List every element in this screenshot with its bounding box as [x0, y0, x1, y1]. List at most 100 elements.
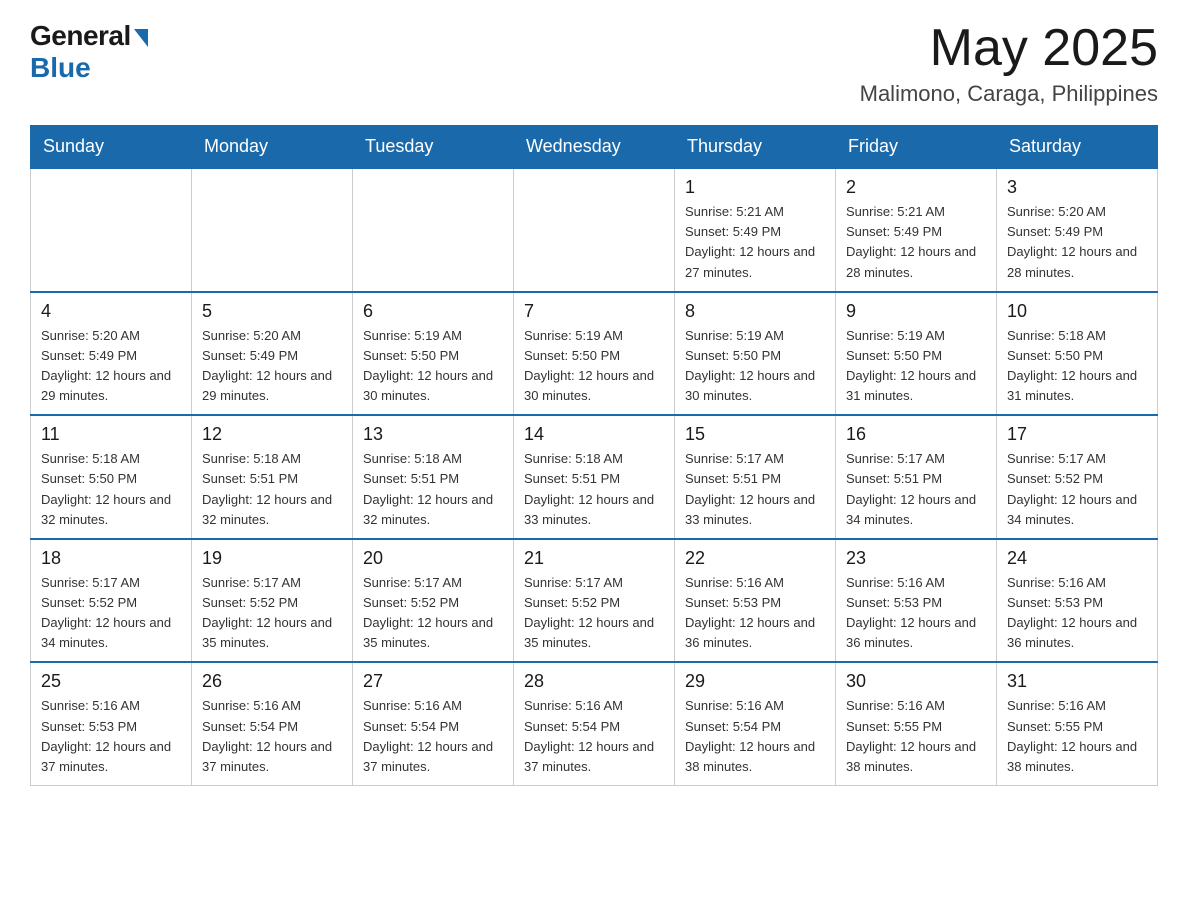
week-row-1: 1 Sunrise: 5:21 AMSunset: 5:49 PMDaylight… [31, 168, 1158, 292]
weekday-header-tuesday: Tuesday [353, 126, 514, 169]
calendar-cell: 28Sunrise: 5:16 AMSunset: 5:54 PMDayligh… [514, 662, 675, 785]
week-row-2: 4 Sunrise: 5:20 AMSunset: 5:49 PMDaylight… [31, 292, 1158, 416]
day-info: Sunrise: 5:18 AMSunset: 5:50 PMDaylight:… [1007, 326, 1147, 407]
week-row-3: 11 Sunrise: 5:18 AMSunset: 5:50 PMDayligh… [31, 415, 1158, 539]
day-info: Sunrise: 5:18 AMSunset: 5:51 PMDaylight:… [202, 449, 342, 530]
calendar-cell: 25Sunrise: 5:16 AMSunset: 5:53 PMDayligh… [31, 662, 192, 785]
calendar-cell: 1 Sunrise: 5:21 AMSunset: 5:49 PMDaylight… [675, 168, 836, 292]
day-number: 31 [1007, 671, 1147, 692]
day-info: Sunrise: 5:17 AMSunset: 5:51 PMDaylight:… [685, 449, 825, 530]
day-number: 1 [685, 177, 825, 198]
calendar-cell: 12Sunrise: 5:18 AMSunset: 5:51 PMDayligh… [192, 415, 353, 539]
calendar-cell: 30 Sunrise: 5:16 AMSunset: 5:55 PMDayligh… [836, 662, 997, 785]
day-info: Sunrise: 5:19 AMSunset: 5:50 PMDaylight:… [363, 326, 503, 407]
day-number: 21 [524, 548, 664, 569]
day-number: 14 [524, 424, 664, 445]
day-number: 19 [202, 548, 342, 569]
day-number: 24 [1007, 548, 1147, 569]
day-info: Sunrise: 5:19 AMSunset: 5:50 PMDaylight:… [846, 326, 986, 407]
day-info: Sunrise: 5:17 AMSunset: 5:52 PMDaylight:… [524, 573, 664, 654]
day-info: Sunrise: 5:17 AMSunset: 5:52 PMDaylight:… [41, 573, 181, 654]
calendar-cell: 4 Sunrise: 5:20 AMSunset: 5:49 PMDaylight… [31, 292, 192, 416]
day-number: 29 [685, 671, 825, 692]
week-row-5: 25Sunrise: 5:16 AMSunset: 5:53 PMDayligh… [31, 662, 1158, 785]
day-number: 5 [202, 301, 342, 322]
logo-blue-text: Blue [30, 52, 91, 84]
logo: General Blue [30, 20, 148, 84]
day-info: Sunrise: 5:18 AMSunset: 5:50 PMDaylight:… [41, 449, 181, 530]
day-number: 15 [685, 424, 825, 445]
title-block: May 2025 Malimono, Caraga, Philippines [860, 20, 1158, 107]
day-info: Sunrise: 5:21 AMSunset: 5:49 PMDaylight:… [685, 202, 825, 283]
day-number: 6 [363, 301, 503, 322]
day-number: 7 [524, 301, 664, 322]
calendar-cell: 3Sunrise: 5:20 AMSunset: 5:49 PMDaylight… [997, 168, 1158, 292]
day-info: Sunrise: 5:17 AMSunset: 5:52 PMDaylight:… [363, 573, 503, 654]
day-info: Sunrise: 5:16 AMSunset: 5:54 PMDaylight:… [202, 696, 342, 777]
day-info: Sunrise: 5:18 AMSunset: 5:51 PMDaylight:… [363, 449, 503, 530]
day-number: 23 [846, 548, 986, 569]
calendar-cell: 20 Sunrise: 5:17 AMSunset: 5:52 PMDayligh… [353, 539, 514, 663]
calendar-cell: 14 Sunrise: 5:18 AMSunset: 5:51 PMDayligh… [514, 415, 675, 539]
day-info: Sunrise: 5:16 AMSunset: 5:55 PMDaylight:… [846, 696, 986, 777]
day-number: 16 [846, 424, 986, 445]
calendar-cell: 2 Sunrise: 5:21 AMSunset: 5:49 PMDaylight… [836, 168, 997, 292]
day-number: 25 [41, 671, 181, 692]
day-info: Sunrise: 5:16 AMSunset: 5:53 PMDaylight:… [1007, 573, 1147, 654]
calendar-table: SundayMondayTuesdayWednesdayThursdayFrid… [30, 125, 1158, 786]
week-row-4: 18 Sunrise: 5:17 AMSunset: 5:52 PMDayligh… [31, 539, 1158, 663]
day-number: 28 [524, 671, 664, 692]
day-number: 2 [846, 177, 986, 198]
day-number: 8 [685, 301, 825, 322]
calendar-cell: 29 Sunrise: 5:16 AMSunset: 5:54 PMDayligh… [675, 662, 836, 785]
logo-general-text: General [30, 20, 131, 52]
calendar-cell: 18 Sunrise: 5:17 AMSunset: 5:52 PMDayligh… [31, 539, 192, 663]
calendar-cell: 6 Sunrise: 5:19 AMSunset: 5:50 PMDaylight… [353, 292, 514, 416]
calendar-cell: 10 Sunrise: 5:18 AMSunset: 5:50 PMDayligh… [997, 292, 1158, 416]
day-number: 9 [846, 301, 986, 322]
calendar-cell: 11 Sunrise: 5:18 AMSunset: 5:50 PMDayligh… [31, 415, 192, 539]
day-number: 30 [846, 671, 986, 692]
day-info: Sunrise: 5:19 AMSunset: 5:50 PMDaylight:… [685, 326, 825, 407]
calendar-cell: 15 Sunrise: 5:17 AMSunset: 5:51 PMDayligh… [675, 415, 836, 539]
calendar-cell: 5 Sunrise: 5:20 AMSunset: 5:49 PMDaylight… [192, 292, 353, 416]
day-number: 4 [41, 301, 181, 322]
weekday-header-friday: Friday [836, 126, 997, 169]
day-info: Sunrise: 5:19 AMSunset: 5:50 PMDaylight:… [524, 326, 664, 407]
weekday-header-sunday: Sunday [31, 126, 192, 169]
calendar-cell: 23 Sunrise: 5:16 AMSunset: 5:53 PMDayligh… [836, 539, 997, 663]
day-number: 18 [41, 548, 181, 569]
day-number: 27 [363, 671, 503, 692]
day-number: 3 [1007, 177, 1147, 198]
calendar-cell: 27 Sunrise: 5:16 AMSunset: 5:54 PMDayligh… [353, 662, 514, 785]
day-info: Sunrise: 5:21 AMSunset: 5:49 PMDaylight:… [846, 202, 986, 283]
calendar-cell: 31 Sunrise: 5:16 AMSunset: 5:55 PMDayligh… [997, 662, 1158, 785]
day-info: Sunrise: 5:16 AMSunset: 5:54 PMDaylight:… [363, 696, 503, 777]
day-info: Sunrise: 5:17 AMSunset: 5:51 PMDaylight:… [846, 449, 986, 530]
weekday-header-row: SundayMondayTuesdayWednesdayThursdayFrid… [31, 126, 1158, 169]
weekday-header-wednesday: Wednesday [514, 126, 675, 169]
day-info: Sunrise: 5:16 AMSunset: 5:53 PMDaylight:… [846, 573, 986, 654]
calendar-cell [192, 168, 353, 292]
day-number: 17 [1007, 424, 1147, 445]
calendar-cell: 21 Sunrise: 5:17 AMSunset: 5:52 PMDayligh… [514, 539, 675, 663]
calendar-cell: 26 Sunrise: 5:16 AMSunset: 5:54 PMDayligh… [192, 662, 353, 785]
day-info: Sunrise: 5:17 AMSunset: 5:52 PMDaylight:… [1007, 449, 1147, 530]
location-title: Malimono, Caraga, Philippines [860, 81, 1158, 107]
calendar-cell [514, 168, 675, 292]
day-number: 10 [1007, 301, 1147, 322]
weekday-header-thursday: Thursday [675, 126, 836, 169]
day-info: Sunrise: 5:16 AMSunset: 5:55 PMDaylight:… [1007, 696, 1147, 777]
day-number: 20 [363, 548, 503, 569]
day-info: Sunrise: 5:20 AMSunset: 5:49 PMDaylight:… [41, 326, 181, 407]
calendar-cell: 16 Sunrise: 5:17 AMSunset: 5:51 PMDayligh… [836, 415, 997, 539]
calendar-cell [31, 168, 192, 292]
day-number: 11 [41, 424, 181, 445]
calendar-cell: 8 Sunrise: 5:19 AMSunset: 5:50 PMDaylight… [675, 292, 836, 416]
day-info: Sunrise: 5:16 AMSunset: 5:54 PMDaylight:… [685, 696, 825, 777]
day-number: 26 [202, 671, 342, 692]
day-number: 13 [363, 424, 503, 445]
day-info: Sunrise: 5:18 AMSunset: 5:51 PMDaylight:… [524, 449, 664, 530]
day-info: Sunrise: 5:20 AMSunset: 5:49 PMDaylight:… [202, 326, 342, 407]
calendar-cell: 9 Sunrise: 5:19 AMSunset: 5:50 PMDaylight… [836, 292, 997, 416]
